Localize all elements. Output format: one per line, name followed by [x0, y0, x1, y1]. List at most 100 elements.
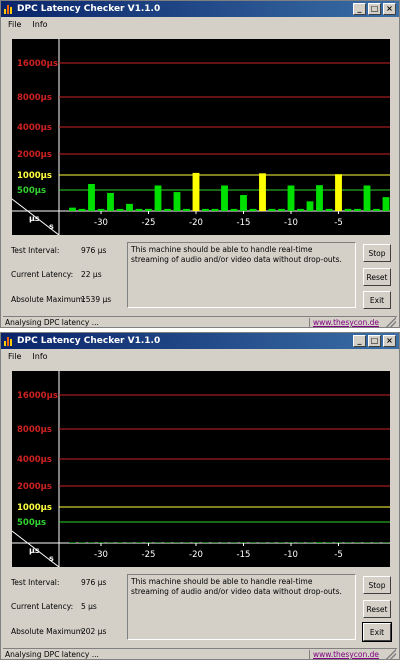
status-message: This machine should be able to handle re… — [127, 242, 356, 308]
y-tick-label: 4000µs — [17, 455, 52, 465]
y-tick-label: 8000µs — [17, 93, 52, 103]
minimize-button[interactable]: _ — [353, 3, 366, 15]
latency-bar — [325, 208, 333, 211]
y-tick-label: 500µs — [17, 186, 46, 196]
status-bar: Analysing DPC latency ... www.thesycon.d… — [3, 316, 397, 328]
latency-bar — [116, 208, 124, 211]
menu-bar: File Info — [1, 349, 399, 363]
stop-button[interactable]: Stop — [363, 244, 391, 262]
test-interval-value: 976 µs — [81, 578, 107, 587]
latency-bar — [287, 185, 295, 211]
latency-chart-svg: 16000µs 8000µs 4000µs 2000µs 1000µs 500µs µss -… — [12, 39, 390, 235]
x-tick-label: -5 — [334, 550, 342, 560]
latency-bar — [211, 208, 219, 211]
y-unit-label: µs — [29, 546, 40, 555]
exit-button[interactable]: Exit — [363, 291, 391, 309]
x-tick-label: -30 — [94, 218, 108, 228]
latency-bar — [316, 542, 323, 543]
maximize-button[interactable]: □ — [368, 335, 381, 347]
close-button[interactable]: × — [383, 3, 396, 15]
latency-bar — [97, 208, 105, 211]
latency-bar — [202, 208, 209, 211]
current-latency-label: Current Latency: — [11, 270, 74, 279]
latency-bar — [240, 195, 247, 211]
reset-button[interactable]: Reset — [363, 600, 391, 618]
y-tick-label: 8000µs — [17, 425, 52, 435]
latency-bar — [154, 185, 162, 211]
title-bar[interactable]: DPC Latency Checker V1.1.0 _ □ × — [1, 1, 399, 17]
latency-bar — [354, 208, 361, 211]
y-tick-label: 16000µs — [17, 59, 58, 69]
title-bar[interactable]: DPC Latency Checker V1.1.0 _ □ × — [1, 333, 399, 349]
x-tick-label: -10 — [284, 218, 298, 228]
y-tick-label: 1000µs — [17, 171, 52, 181]
exit-button[interactable]: Exit — [362, 622, 392, 642]
latency-bar — [363, 185, 371, 211]
x-tick-label: -25 — [142, 218, 156, 228]
latency-bar — [249, 208, 257, 211]
absolute-maximum-label: Absolute Maximum: — [11, 627, 86, 636]
app-window: DPC Latency Checker V1.1.0 _ □ × File In… — [0, 332, 400, 660]
latency-bar — [306, 201, 314, 211]
latency-bar — [335, 174, 342, 211]
x-tick-label: -30 — [94, 550, 108, 560]
absolute-maximum-label: Absolute Maximum: — [11, 295, 86, 304]
reset-button[interactable]: Reset — [363, 268, 391, 286]
menu-info[interactable]: Info — [32, 352, 47, 361]
current-latency-label: Current Latency: — [11, 602, 74, 611]
x-tick-label: -15 — [237, 218, 251, 228]
latency-chart-svg: 16000µs 8000µs 4000µs 2000µs 1000µs 500µs µss -… — [12, 371, 390, 567]
y-tick-label: 16000µs — [17, 391, 58, 401]
menu-info[interactable]: Info — [32, 20, 47, 29]
test-interval-label: Test Interval: — [11, 578, 60, 587]
latency-bar — [344, 208, 352, 211]
y-tick-label: 500µs — [17, 518, 46, 528]
latency-bar — [192, 172, 200, 211]
x-unit-label: s — [49, 222, 54, 231]
close-button[interactable]: × — [383, 335, 396, 347]
menu-file[interactable]: File — [8, 20, 21, 29]
latency-bar — [230, 208, 238, 211]
status-bar: Analysing DPC latency ... www.thesycon.d… — [3, 648, 397, 660]
latency-chart: 16000µs 8000µs 4000µs 2000µs 1000µs 500µs µs s -… — [12, 371, 390, 567]
latency-bar — [278, 208, 285, 211]
x-tick-label: -10 — [284, 550, 298, 560]
stop-button[interactable]: Stop — [363, 576, 391, 594]
x-tick-label: -20 — [189, 550, 203, 560]
latency-bar — [78, 208, 86, 211]
latency-bar — [259, 173, 266, 211]
status-text: Analysing DPC latency ... — [5, 318, 99, 327]
absolute-maximum-value: 202 µs — [81, 627, 107, 636]
y-tick-label: 4000µs — [17, 123, 52, 133]
latency-bar — [107, 192, 114, 211]
latency-bar — [373, 208, 380, 211]
latency-bar — [135, 208, 143, 211]
website-link[interactable]: www.thesycon.de — [309, 650, 379, 659]
latency-chart: 16000µs 8000µs 4000µs 2000µs 1000µs 500µs µs s -… — [12, 39, 390, 235]
resize-grip[interactable] — [386, 649, 396, 659]
latency-bar — [382, 197, 390, 211]
website-link[interactable]: www.thesycon.de — [309, 318, 379, 327]
x-tick-label: -15 — [237, 550, 251, 560]
y-tick-label: 2000µs — [17, 150, 52, 160]
maximize-button[interactable]: □ — [368, 3, 381, 15]
current-latency-value: 22 µs — [81, 270, 102, 279]
latency-bar — [88, 184, 95, 211]
test-interval-label: Test Interval: — [11, 246, 60, 255]
resize-grip[interactable] — [386, 317, 396, 327]
app-window: DPC Latency Checker V1.1.0 _ □ × File In… — [0, 0, 400, 328]
window-title: DPC Latency Checker V1.1.0 — [17, 4, 161, 14]
status-text: Analysing DPC latency ... — [5, 650, 99, 659]
minimize-button[interactable]: _ — [353, 335, 366, 347]
menu-file[interactable]: File — [8, 352, 21, 361]
menu-bar: File Info — [1, 17, 399, 31]
latency-bar — [297, 208, 304, 211]
app-icon — [4, 4, 14, 14]
absolute-maximum-value: 1539 µs — [81, 295, 112, 304]
test-interval-value: 976 µs — [81, 246, 107, 255]
status-message: This machine should be able to handle re… — [127, 574, 356, 640]
latency-bar — [69, 542, 76, 543]
x-tick-label: -25 — [142, 550, 156, 560]
latency-bar — [316, 185, 323, 211]
latency-bar — [145, 208, 152, 211]
